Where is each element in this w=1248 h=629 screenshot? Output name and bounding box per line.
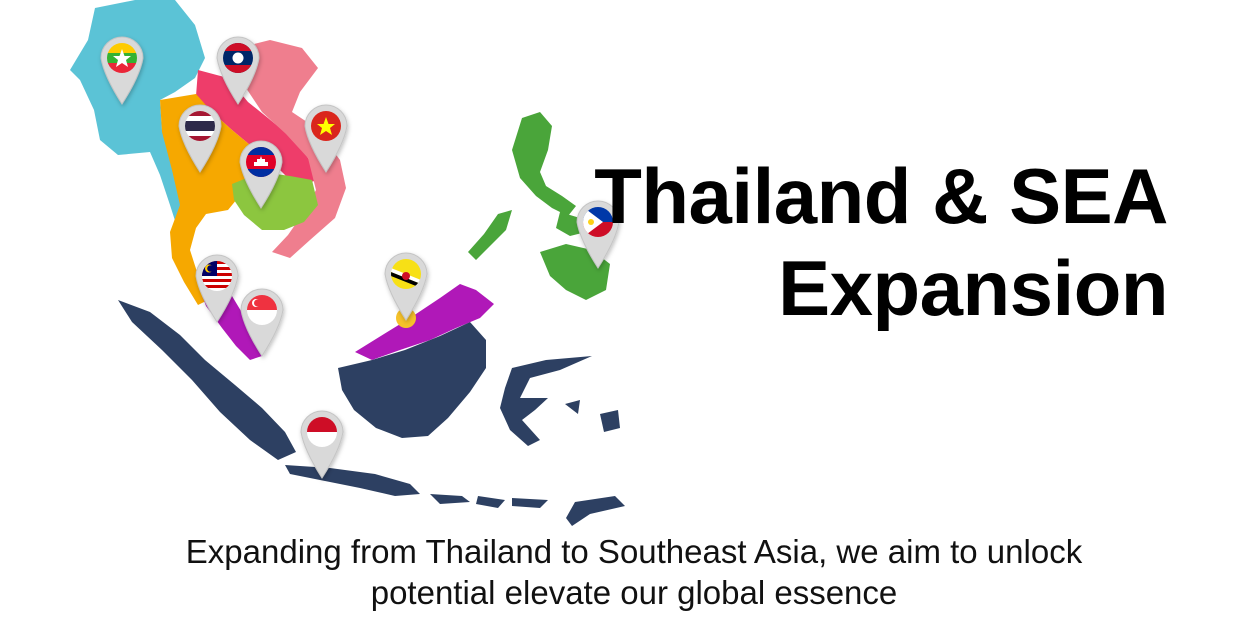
brunei-flag-pin-icon: [384, 252, 428, 321]
page-subtitle: Expanding from Thailand to Southeast Asi…: [0, 531, 1248, 613]
maluku-region: [565, 400, 620, 432]
subtitle-line-1: Expanding from Thailand to Southeast Asi…: [185, 533, 1083, 570]
subtitle-line-2: potential elevate our global essence: [370, 574, 898, 611]
southeast-asia-map: [70, 0, 625, 526]
title-line-1: Thailand & SEA: [594, 152, 1168, 240]
page-title: Thailand & SEA Expansion: [594, 150, 1168, 334]
java-region: [285, 465, 420, 496]
title-line-2: Expansion: [778, 244, 1168, 332]
lesser-sunda-region: [430, 494, 625, 526]
